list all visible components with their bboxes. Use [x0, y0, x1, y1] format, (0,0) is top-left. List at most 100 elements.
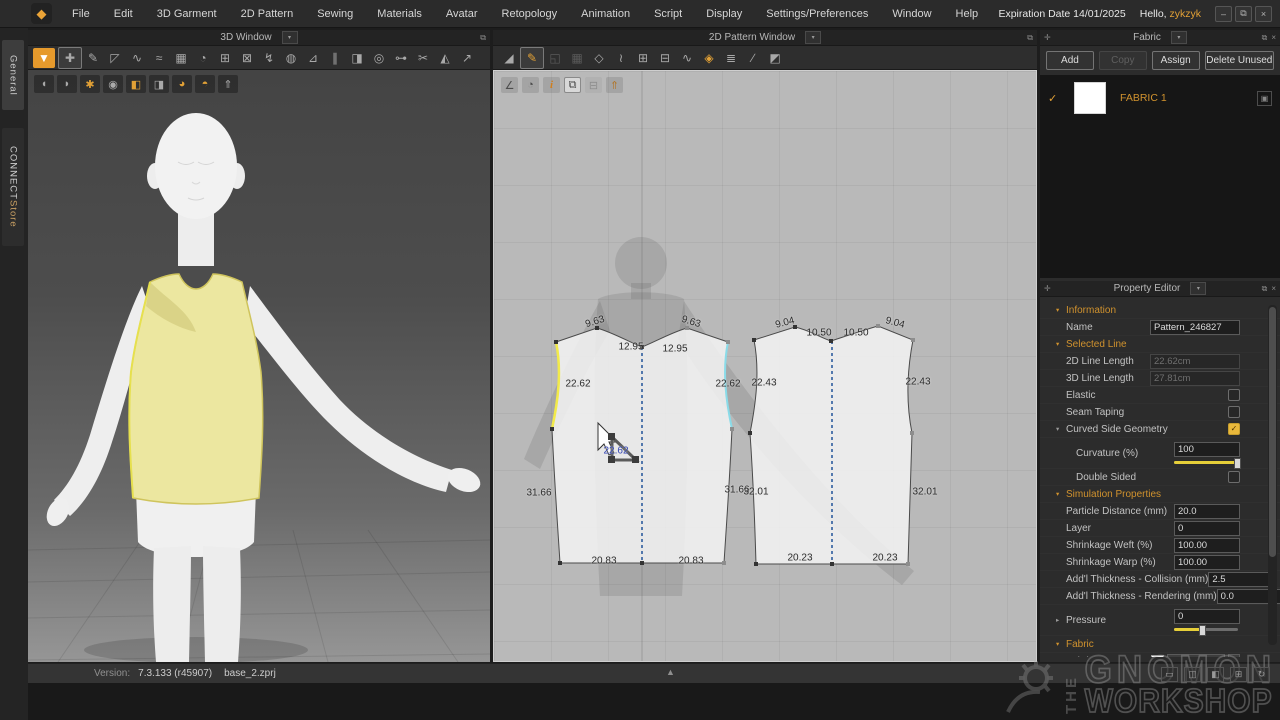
undock-icon[interactable]: ⧉: [1262, 284, 1268, 294]
layout-quad-button[interactable]: ⊞: [1230, 667, 1247, 682]
fold-icon[interactable]: ⊿: [302, 48, 324, 68]
menu-item[interactable]: Help: [944, 0, 991, 28]
free-sewing-icon[interactable]: ≈: [148, 48, 170, 68]
pattern-pin-icon[interactable]: ◔: [522, 77, 539, 93]
undock-icon[interactable]: ⧉: [1027, 33, 1033, 43]
tape-icon[interactable]: ⊶: [390, 48, 412, 68]
slider-value-input[interactable]: 100: [1174, 442, 1240, 457]
snapshot-icon[interactable]: ⇑: [218, 75, 238, 93]
safety-frame-icon[interactable]: ⊠: [236, 48, 258, 68]
scissors-icon[interactable]: ✂: [412, 48, 434, 68]
add-image-icon[interactable]: ▦: [566, 48, 588, 68]
close-icon[interactable]: ×: [1271, 284, 1276, 294]
menu-item[interactable]: Retopology: [490, 0, 570, 28]
property-checkbox[interactable]: [1228, 389, 1240, 401]
property-input[interactable]: 100.00: [1174, 538, 1240, 553]
show-base-pattern-icon[interactable]: ⧉: [564, 77, 581, 93]
add-pattern-icon[interactable]: ◱: [544, 48, 566, 68]
fabric-dropdown-value[interactable]: FABRIC 1: [1167, 654, 1225, 658]
copy-fabric-button[interactable]: Copy: [1099, 51, 1147, 70]
menu-item[interactable]: File: [60, 0, 102, 28]
internal-lines-icon[interactable]: ≣: [720, 48, 742, 68]
show-thickness-icon[interactable]: ◗: [57, 75, 77, 93]
unfold-icon[interactable]: ⊟: [654, 48, 676, 68]
fabric-item[interactable]: ✓ FABRIC 1 ▣: [1040, 75, 1280, 121]
show-garment-icon[interactable]: ◖: [34, 75, 54, 93]
restore-button[interactable]: ⧉: [1235, 6, 1252, 22]
section-arrow-icon[interactable]: ▾: [1056, 490, 1066, 498]
menu-item[interactable]: Edit: [102, 0, 145, 28]
panel-menu-dropdown[interactable]: ▾: [1171, 31, 1187, 44]
show-garment-2d-icon[interactable]: ◩: [764, 48, 786, 68]
show-mesh-icon[interactable]: ◨: [149, 75, 169, 93]
edit-pattern-icon[interactable]: ✎: [520, 47, 544, 69]
cut-sew-icon[interactable]: ∕: [742, 48, 764, 68]
tab-connect-store[interactable]: CONNECT Store: [2, 128, 24, 246]
add-fabric-button[interactable]: Add: [1046, 51, 1094, 70]
edit-sewing-2d-icon[interactable]: ∿: [676, 48, 698, 68]
measure-icon[interactable]: ◎: [368, 48, 390, 68]
select-move-icon[interactable]: ✚: [58, 47, 82, 69]
stamp-icon[interactable]: ⇑: [606, 77, 623, 93]
pin-icon[interactable]: ✛: [1044, 284, 1051, 293]
transform-gizmo-icon[interactable]: ◸: [104, 48, 126, 68]
fabric-swatch[interactable]: [1074, 82, 1106, 114]
menu-item[interactable]: 3D Garment: [145, 0, 229, 28]
avatar-tape-icon[interactable]: ◭: [434, 48, 456, 68]
arrangement-icon[interactable]: ⊞: [214, 48, 236, 68]
align-icon[interactable]: ∥: [324, 48, 346, 68]
property-checkbox[interactable]: ✓: [1228, 423, 1240, 435]
trace-icon[interactable]: ≀: [610, 48, 632, 68]
scrollbar[interactable]: [1268, 305, 1277, 645]
info-icon[interactable]: i: [543, 77, 560, 93]
pen-3d-icon[interactable]: ✎: [82, 48, 104, 68]
property-checkbox[interactable]: [1228, 471, 1240, 483]
viewport-3d[interactable]: ◖◗✱◉◧◨◕◓⇑: [28, 70, 490, 662]
show-head-icon[interactable]: ◕: [172, 75, 192, 93]
show-texture-icon[interactable]: ✱: [80, 75, 100, 93]
delete-unused-fabric-button[interactable]: Delete Unused: [1205, 51, 1274, 70]
remesh-icon[interactable]: ▦: [170, 48, 192, 68]
menu-item[interactable]: Script: [642, 0, 694, 28]
close-button[interactable]: ×: [1255, 6, 1272, 22]
pin-tool-icon[interactable]: ◍: [280, 48, 302, 68]
menu-item[interactable]: Window: [880, 0, 943, 28]
pin-icon[interactable]: ✛: [1044, 33, 1051, 42]
undock-icon[interactable]: ⧉: [480, 33, 486, 43]
menu-item[interactable]: Avatar: [434, 0, 490, 28]
menu-item[interactable]: 2D Pattern: [229, 0, 306, 28]
menu-item[interactable]: Sewing: [305, 0, 365, 28]
slider[interactable]: [1174, 628, 1238, 631]
pattern-canvas[interactable]: ∠◔i⧉⊟⇑: [493, 70, 1037, 662]
menu-item[interactable]: Animation: [569, 0, 642, 28]
show-avatar-icon[interactable]: ◉: [103, 75, 123, 93]
show-map-icon[interactable]: ◓: [195, 75, 215, 93]
measure-tool-icon[interactable]: ∠: [501, 77, 518, 93]
menu-item[interactable]: Settings/Preferences: [754, 0, 880, 28]
section-arrow-icon[interactable]: ▾: [1056, 306, 1066, 314]
tab-general[interactable]: General: [2, 40, 24, 110]
texture-edit-icon[interactable]: ◈: [698, 48, 720, 68]
minimize-button[interactable]: –: [1215, 6, 1232, 22]
layout-3d2d-button[interactable]: ◧: [1207, 667, 1224, 682]
wind-icon[interactable]: ↯: [258, 48, 280, 68]
layout-double-button[interactable]: ◫: [1184, 667, 1201, 682]
property-input[interactable]: Pattern_246827: [1150, 320, 1240, 335]
grid-icon[interactable]: ⊞: [632, 48, 654, 68]
property-input[interactable]: 22.62cm: [1150, 354, 1240, 369]
edit-sewing-icon[interactable]: ∿: [126, 48, 148, 68]
property-checkbox[interactable]: [1228, 406, 1240, 418]
locked-layer-icon[interactable]: ⊟: [585, 77, 602, 93]
simulate-icon[interactable]: ▼: [33, 48, 55, 68]
collapse-panel-icon[interactable]: ▲: [666, 667, 675, 677]
property-input[interactable]: 27.81cm: [1150, 371, 1240, 386]
morph-icon[interactable]: ◔: [192, 48, 214, 68]
close-icon[interactable]: ×: [1271, 33, 1276, 43]
undock-icon[interactable]: ⧉: [1262, 33, 1268, 43]
property-input[interactable]: 0: [1174, 521, 1240, 536]
transform-pattern-icon[interactable]: ◢: [498, 48, 520, 68]
scrollbar-thumb[interactable]: [1269, 307, 1276, 557]
menu-item[interactable]: Display: [694, 0, 754, 28]
username[interactable]: zykzyk: [1170, 8, 1202, 20]
flatten-icon[interactable]: ◨: [346, 48, 368, 68]
